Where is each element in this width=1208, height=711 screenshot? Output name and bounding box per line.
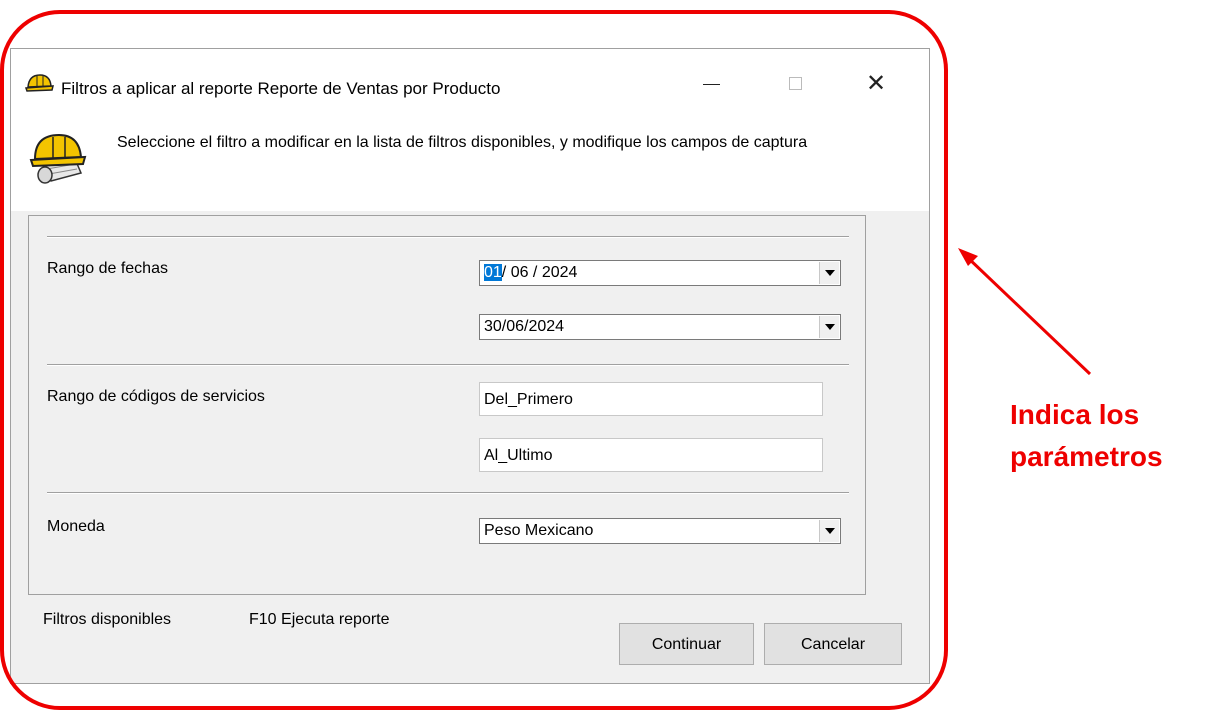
date-from-day: 01	[484, 264, 502, 281]
separator	[47, 236, 849, 238]
available-filters-label[interactable]: Filtros disponibles	[43, 611, 171, 629]
service-code-from-value: Del_Primero	[484, 391, 573, 408]
date-from-picker[interactable]: 01/ 06 / 2024	[479, 260, 841, 286]
title-bar[interactable]: Filtros a aplicar al reporte Reporte de …	[11, 49, 929, 117]
dropdown-arrow-icon[interactable]	[819, 262, 839, 284]
date-from-rest: / 06 / 2024	[501, 264, 578, 281]
filters-dialog: Filtros a aplicar al reporte Reporte de …	[10, 48, 930, 684]
separator	[47, 364, 849, 366]
dropdown-arrow-icon[interactable]	[819, 520, 839, 542]
close-button[interactable]: ✕	[861, 71, 891, 97]
window-title: Filtros a aplicar al reporte Reporte de …	[61, 79, 501, 98]
date-range-label: Rango de fechas	[47, 260, 168, 277]
service-codes-label: Rango de códigos de servicios	[47, 388, 265, 405]
maximize-button[interactable]	[781, 71, 811, 97]
date-from-value: 01/ 06 / 2024	[484, 264, 577, 282]
dropdown-arrow-icon[interactable]	[819, 316, 839, 338]
annotation-line-2: parámetros	[1010, 441, 1163, 472]
date-to-value: 30/06/2024	[484, 318, 565, 335]
service-code-to-value: Al_Ultimo	[484, 447, 553, 464]
minimize-button[interactable]	[696, 71, 726, 97]
service-code-to-input[interactable]: Al_Ultimo	[479, 438, 823, 472]
continue-button[interactable]: Continuar	[619, 623, 754, 665]
cancel-button[interactable]: Cancelar	[764, 623, 902, 665]
hardhat-blueprint-icon	[29, 133, 87, 184]
f10-hint: F10 Ejecuta reporte	[249, 611, 390, 628]
hardhat-icon	[25, 74, 54, 92]
currency-select[interactable]: Peso Mexicano	[479, 518, 841, 544]
currency-label: Moneda	[47, 518, 105, 535]
currency-value: Peso Mexicano	[484, 522, 594, 539]
date-to-picker[interactable]: 30/06/2024	[479, 314, 841, 340]
filters-panel: Rango de fechas 01/ 06 / 2024 30/06/2024…	[28, 215, 866, 595]
service-code-from-input[interactable]: Del_Primero	[479, 382, 823, 416]
annotation-note: Indica los parámetros	[1010, 394, 1200, 478]
annotation-arrow-icon	[958, 248, 1092, 376]
instruction-header: Seleccione el filtro a modificar en la l…	[11, 117, 929, 211]
separator	[47, 492, 849, 494]
annotation-line-1: Indica los	[1010, 399, 1140, 430]
instruction-text: Seleccione el filtro a modificar en la l…	[117, 134, 808, 151]
